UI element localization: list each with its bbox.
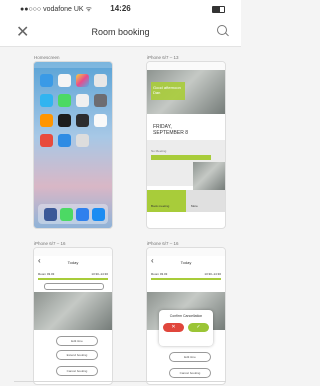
- confirm-button[interactable]: ✓: [188, 323, 209, 332]
- cancel-booking-button[interactable]: Cancel booking: [169, 368, 211, 378]
- more-tile[interactable]: [186, 190, 225, 212]
- page-title: Room booking: [91, 27, 150, 37]
- thumbnail-cancel-dialog[interactable]: ‹ Today Room 03.03 13:30–14:30 Confirm C…: [146, 247, 226, 385]
- edit-time-button[interactable]: Edit time: [56, 336, 98, 346]
- app-icon: [76, 74, 89, 87]
- decline-button[interactable]: ✕: [163, 323, 184, 332]
- app-icon: [76, 134, 89, 147]
- greeting: Good afternoon Dan: [153, 85, 181, 95]
- facebook-icon: [44, 208, 57, 221]
- mail-icon: [76, 208, 89, 221]
- thumbnail-grid: Homescreen iPhone 6/7 – 13 Good afternoo…: [0, 47, 241, 386]
- date-line: SEPTEMBER 8: [153, 130, 189, 136]
- dialog-title: Confirm Cancellation: [169, 314, 203, 318]
- thumbnail-homescreen[interactable]: [33, 61, 113, 229]
- thumbnail-dashboard[interactable]: Good afternoon Dan FRIDAY, SEPTEMBER 8 N…: [146, 61, 226, 229]
- thumbnail-booking[interactable]: ‹ Today Room 03.03 13:30–14:30 Edit time…: [33, 247, 113, 385]
- thumbnail-label: Homescreen: [34, 55, 60, 60]
- thumbnail-label: iPhone 6/7 – 16: [34, 241, 66, 246]
- book-meeting-tile[interactable]: [147, 190, 186, 212]
- screen-title: Today: [67, 260, 79, 265]
- section-label: No Meeting: [151, 149, 167, 153]
- app-icon: [40, 114, 53, 127]
- room-photo: [34, 292, 112, 330]
- app-icon: [58, 74, 71, 87]
- app-icon: [40, 74, 53, 87]
- edit-time-button[interactable]: Edit time: [169, 352, 211, 362]
- search-icon[interactable]: [217, 25, 227, 35]
- app-icon: [94, 94, 107, 107]
- app-icon: [94, 114, 107, 127]
- screen-title: Today: [180, 260, 192, 265]
- app-icon: [94, 74, 107, 87]
- app-icon: [40, 94, 53, 107]
- app-icon: [40, 134, 53, 147]
- thumbnail-label: iPhone 6/7 – 13: [147, 55, 179, 60]
- battery-icon: [212, 6, 225, 13]
- messenger-icon: [92, 208, 105, 221]
- extend-booking-button[interactable]: Extend booking: [56, 350, 98, 360]
- app-icon: [58, 114, 71, 127]
- app-icon: [76, 94, 89, 107]
- phone-icon: [60, 208, 73, 221]
- app-icon: [58, 94, 71, 107]
- cancel-booking-button[interactable]: Cancel booking: [56, 366, 98, 376]
- dock: [38, 204, 108, 224]
- thumbnail-label: iPhone 6/7 – 16: [147, 241, 179, 246]
- navigation-bar: ✕ Room booking: [0, 18, 241, 47]
- confirm-dialog: Confirm Cancellation ✕ ✓: [159, 310, 213, 346]
- app-icon: [76, 114, 89, 127]
- status-bar: ●●○○○ vodafone UK ᯤ 14:26: [0, 0, 241, 18]
- divider: [14, 381, 226, 382]
- app-icon: [58, 134, 71, 147]
- clock: 14:26: [110, 4, 131, 13]
